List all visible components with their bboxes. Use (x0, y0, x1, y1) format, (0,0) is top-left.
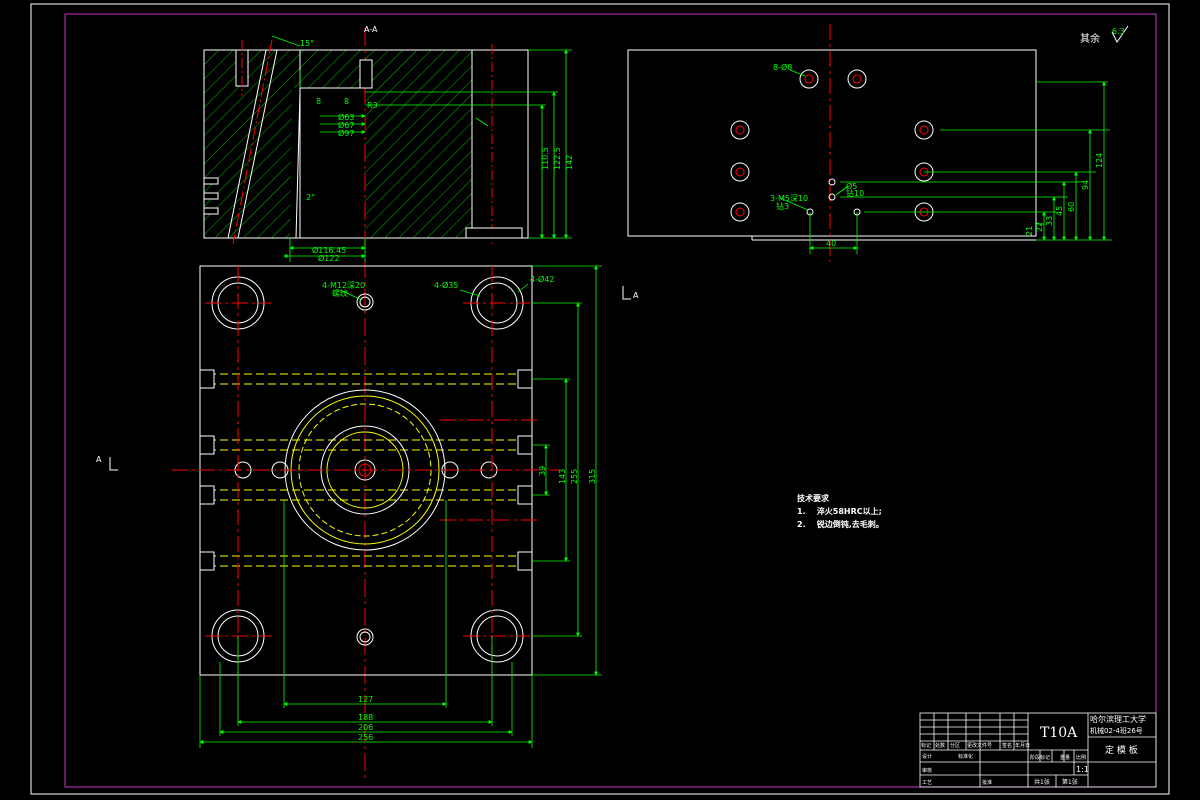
dim-angle-mid: 2° (306, 193, 315, 202)
side-dim-bottom: 40 (826, 239, 836, 248)
dim-h1: 127 (358, 695, 373, 704)
tech-note-2-text: 锐边倒钝,去毛刺。 (816, 520, 884, 529)
surface-note-value: 6.3 (1112, 27, 1125, 36)
side-dim-text: 8-Ø8 3-M5深10 钻3 Ø5 钻10 40 124 94 60 45 3… (770, 62, 1104, 248)
plan-view (172, 265, 560, 676)
side-hole-mid-b: 钻3 (776, 201, 789, 211)
tech-note-2-num: 2. (797, 520, 806, 529)
side-hole-small-b: 钻10 (846, 188, 864, 198)
dim-w2: Ø122 (318, 253, 340, 263)
side-dim-r6: 22 (1035, 222, 1044, 232)
part-name: 定 模 板 (1105, 744, 1138, 756)
hole-note-2: 4-Ø35 (434, 280, 458, 290)
section-title: A-A (364, 25, 378, 34)
side-dim-r2: 94 (1081, 180, 1090, 190)
tb-review: 审核 (922, 767, 932, 774)
tb-approve: 批准 (982, 779, 992, 786)
side-dim-r4: 45 (1055, 206, 1064, 216)
dim-v1: 39 (538, 466, 547, 476)
tb-standardize: 标准化 (958, 753, 973, 760)
tech-note-1: 1. 淬火58HRC以上; (797, 505, 884, 518)
tech-notes-heading: 技术要求 (797, 494, 829, 503)
tb-stage-mark: 阶段标记 (1030, 754, 1050, 761)
tb-change-doc: 更改文件号 (967, 742, 992, 749)
dim-h3: 142 (565, 155, 574, 170)
dim-h2: 122.5 (553, 147, 562, 170)
class-info: 机械02-4班26号 (1090, 726, 1143, 735)
tb-designer: 设计 (922, 753, 932, 760)
dim-d3: Ø97 (338, 128, 354, 138)
tb-ratio: 比例 (1076, 754, 1086, 761)
tb-qty: 处数 (935, 742, 945, 749)
tb-weight: 重量 (1060, 754, 1070, 761)
scale: 1:1 (1076, 765, 1089, 774)
dim-n1: 8 (316, 97, 321, 106)
tb-marker: 标记 (921, 742, 931, 749)
dim-v2: 143 (558, 469, 567, 484)
section-marks (109, 286, 631, 471)
section-mark-right: A (633, 291, 639, 300)
side-hole-top: 8-Ø8 (773, 62, 792, 72)
dim-h2: 188 (358, 713, 373, 722)
dim-v4: 315 (588, 469, 597, 484)
side-view (627, 24, 1037, 262)
dim-h1: 110.5 (541, 147, 550, 170)
surface-note-label: 其余 (1080, 32, 1100, 45)
tech-note-1-text: 淬火58HRC以上; (816, 507, 882, 516)
dim-v3: 255 (570, 469, 579, 484)
dim-n2: 8 (344, 97, 349, 106)
side-dim-r5: 33 (1045, 216, 1054, 226)
tb-signature: 签名 (1002, 742, 1012, 749)
dim-angle-top: 15° (300, 39, 314, 48)
hole-note-3: 4-Ø42 (530, 274, 554, 284)
material: T10A (1040, 725, 1078, 741)
hole-note-1b: 螺纹 (332, 288, 348, 298)
surface-roughness-note: 其余 6.3 (1080, 25, 1129, 45)
dim-h4: 256 (358, 733, 373, 742)
section-mark-left: A (96, 455, 102, 464)
tb-craft: 工艺 (922, 780, 932, 786)
dim-r1: R3 (367, 101, 378, 110)
side-dim-r3: 60 (1067, 202, 1076, 212)
school-name: 哈尔滨理工大学 (1090, 714, 1146, 724)
tb-date: 年月日 (1015, 742, 1030, 749)
dim-h3: 206 (358, 723, 373, 732)
drawing-sheet: 15° 2° Ø63 Ø67 Ø97 R3 8 8 Ø116.45 Ø122 1… (30, 3, 1170, 795)
tech-notes: 技术要求 1. 淬火58HRC以上; 2. 锐边倒钝,去毛刺。 (797, 492, 884, 531)
tb-sheet-no: 第1张 (1062, 778, 1078, 786)
side-dim-r7: 21 (1025, 226, 1034, 236)
tech-note-2: 2. 锐边倒钝,去毛刺。 (797, 518, 884, 531)
side-dim-r1: 124 (1095, 153, 1104, 168)
tech-note-1-num: 1. (797, 507, 806, 516)
plan-dimensions (199, 265, 602, 748)
tb-zone: 分区 (950, 742, 960, 749)
tb-total-sheets: 共1张 (1034, 778, 1050, 786)
